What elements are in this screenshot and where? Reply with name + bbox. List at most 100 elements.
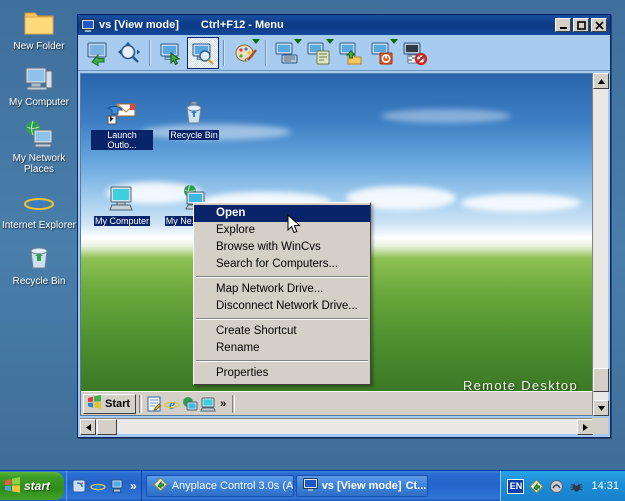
remote-icon-launch-outlook[interactable]: Launch Outlo... [91,98,153,150]
outlook-shortcut-icon [106,98,138,128]
outlook-express-icon[interactable] [181,395,199,413]
windows-flag-icon [87,395,102,412]
remote-icon-label: My Computer [93,216,150,226]
screen-options-button[interactable] [229,37,261,69]
remote-icon-my-computer[interactable]: My Computer [91,184,153,226]
language-indicator[interactable]: EN [507,478,525,494]
bug-tray-icon[interactable] [569,479,584,494]
menu-item-create-shortcut[interactable]: Create Shortcut [194,323,370,340]
monitor-icon [302,477,318,495]
remote-icon-label: Launch Outlo... [91,130,153,150]
menu-separator [196,360,368,362]
scroll-left-arrow[interactable] [80,419,96,435]
svg-text:e: e [169,398,175,412]
taskbar-overflow-chevron[interactable]: » [220,398,226,410]
vertical-scroll-thumb[interactable] [593,368,609,392]
menu-item-rename[interactable]: Rename [194,340,370,357]
remote-desktop-viewport[interactable]: Launch Outlo... Recycle Bin My Computer … [80,73,593,416]
horizontal-scrollbar[interactable] [80,418,593,435]
task-button-vs-view-mode[interactable]: vs [View mode] Ct... [295,475,428,497]
svg-text:e: e [95,480,101,494]
taskbar-separator [139,394,143,413]
maximize-button[interactable] [573,18,589,32]
internet-explorer-icon[interactable]: e [163,395,181,413]
menu-item-properties[interactable]: Properties [194,365,370,382]
desktop-icon-label: New Folder [13,41,65,52]
context-menu: Open Explore Browse with WinCvs Search f… [193,202,371,385]
connect-button[interactable] [81,37,113,69]
remote-icon-recycle-bin[interactable]: Recycle Bin [163,98,225,140]
cloud-shape [381,109,511,123]
start-button[interactable]: start [0,472,64,500]
task-button-label: Anyplace Control 3.0s (A... [171,480,294,492]
horizontal-scroll-thumb[interactable] [97,419,117,435]
toolbar-separator [223,39,225,66]
remote-start-label: Start [105,397,131,410]
scroll-down-arrow[interactable] [593,400,609,416]
file-transfer-button[interactable] [335,37,367,69]
power-button[interactable] [367,37,399,69]
anyplace-control-viewer-window: vs [View mode] Ctrl+F12 - Menu Launch Ou… [77,14,611,438]
scrollbar-corner [592,418,608,434]
notepad-icon[interactable] [145,395,163,413]
minimize-button[interactable] [555,18,571,32]
taskbar-separator [232,394,236,413]
desktop-icon-my-computer[interactable]: My Computer [0,62,78,108]
recycle-bin-icon [178,98,210,128]
search-hosts-button[interactable] [113,37,145,69]
my-computer-icon [106,184,138,214]
send-keys-button[interactable] [271,37,303,69]
desktop-icon-label: Recycle Bin [12,276,66,287]
menu-item-browse-with-wincvs[interactable]: Browse with WinCvs [194,239,370,256]
show-desktop-icon[interactable] [71,478,87,494]
vertical-scrollbar[interactable] [592,73,609,416]
my-computer-icon[interactable] [199,395,217,413]
remote-icon-label: Recycle Bin [169,130,219,140]
task-button-label-suffix: Ct... [405,480,427,492]
shield-tray-icon[interactable] [549,479,564,494]
taskbar-clock[interactable]: 14:31 [591,480,619,492]
menu-item-disconnect-network-drive[interactable]: Disconnect Network Drive... [194,298,370,315]
remote-taskbar: Start e » [81,391,592,415]
disconnect-button[interactable] [399,37,431,69]
desktop-icon-my-network-places[interactable]: My Network Places [0,118,78,175]
window-title-hint: Ctrl+F12 - Menu [200,19,284,31]
quick-launch-overflow-chevron[interactable]: » [130,479,137,493]
window-titlebar[interactable]: vs [View mode] Ctrl+F12 - Menu [78,15,610,35]
window-title: vs [View mode] [99,19,179,31]
remote-start-button[interactable]: Start [83,393,137,414]
toolbar-separator [265,39,267,66]
monitor-icon [81,18,95,32]
desktop-icon-recycle-bin[interactable]: Recycle Bin [0,241,78,287]
menu-item-search-for-computers[interactable]: Search for Computers... [194,256,370,273]
scroll-right-arrow[interactable] [577,419,593,435]
desktop-icon-new-folder[interactable]: New Folder [0,6,78,52]
chevron-down-icon [326,38,334,44]
my-computer-icon[interactable] [109,478,125,494]
desktop-icon-label: My Network Places [12,153,66,175]
my-network-places-icon [22,118,56,150]
desktop-icon-internet-explorer[interactable]: e Internet Explorer [0,185,78,231]
system-tray: EN 14:31 [500,471,625,501]
host-taskbar: start e » Anyplace Control 3.0s (A... vs… [0,470,625,501]
menu-separator [196,276,368,278]
my-computer-icon [22,62,56,94]
menu-item-explore[interactable]: Explore [194,222,370,239]
task-button-label: vs [View mode] [321,480,402,492]
svg-text:e: e [33,187,45,217]
chevron-down-icon [390,38,398,44]
internet-explorer-icon[interactable]: e [90,478,106,494]
clipboard-button[interactable] [303,37,335,69]
view-mode-button[interactable] [187,36,219,69]
viewer-toolbar [78,35,610,71]
control-mode-button[interactable] [155,37,187,69]
menu-separator [196,318,368,320]
recycle-bin-icon [22,241,56,273]
menu-item-open[interactable]: Open [194,205,370,222]
anyplace-control-tray-icon[interactable] [529,478,545,494]
menu-item-map-network-drive[interactable]: Map Network Drive... [194,281,370,298]
task-button-anyplace-control[interactable]: Anyplace Control 3.0s (A... [145,475,294,497]
close-button[interactable] [591,18,607,32]
desktop-icon-label: My Computer [8,97,69,108]
scroll-up-arrow[interactable] [593,73,609,89]
